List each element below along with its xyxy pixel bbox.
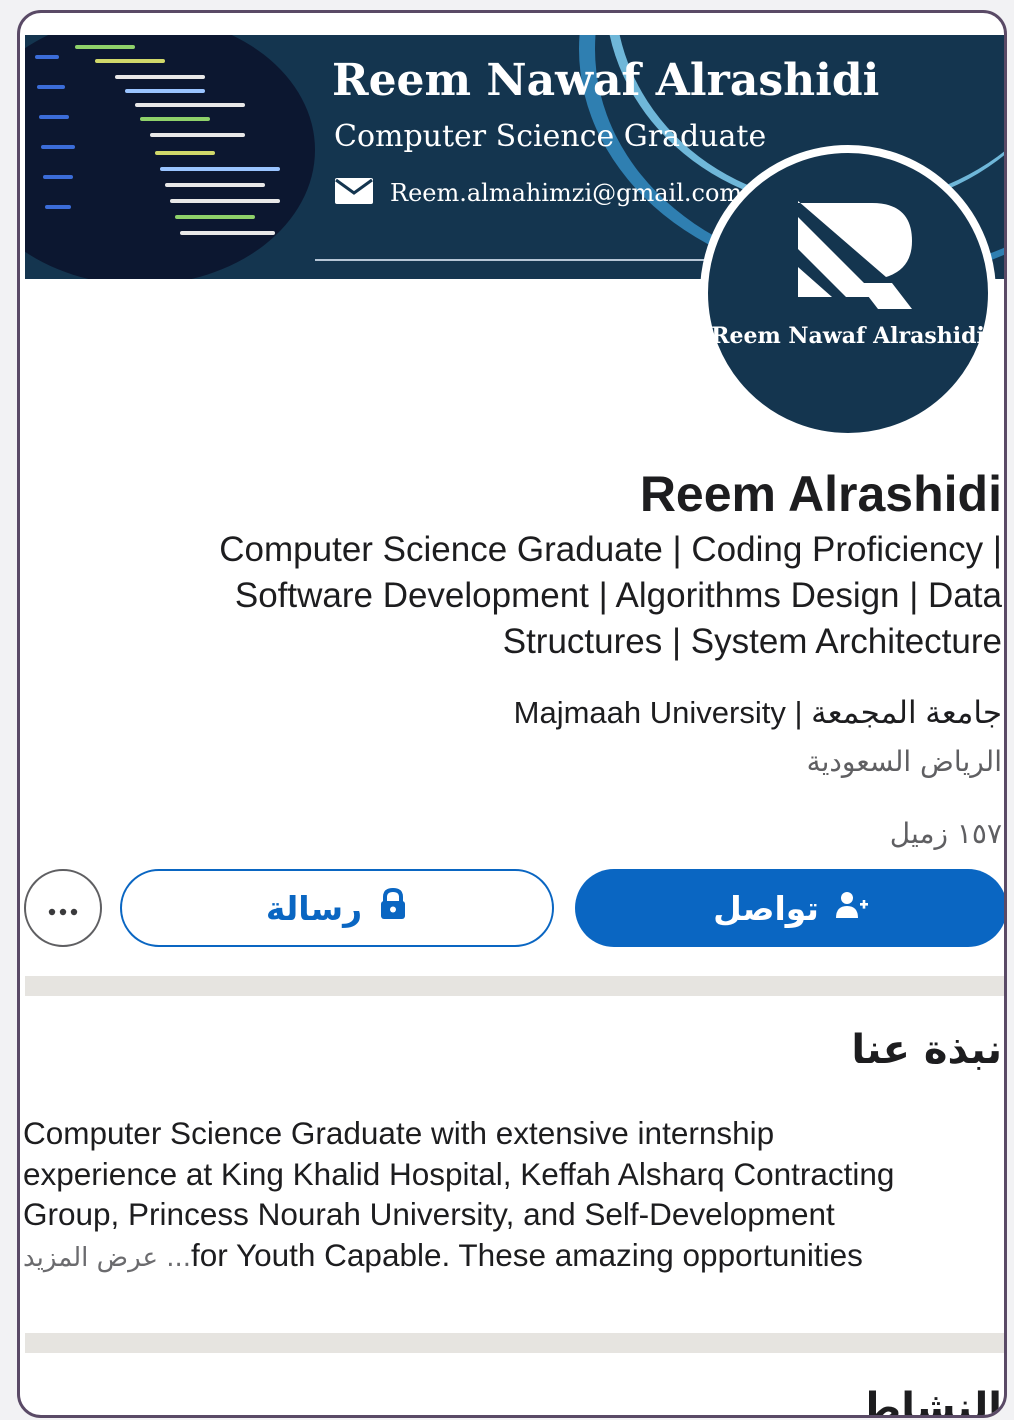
code-line (135, 103, 245, 107)
ellipsis-icon (48, 893, 78, 923)
headline-line: Structures | System Architecture (502, 622, 1002, 661)
headline-line: Computer Science Graduate | Coding Profi… (219, 530, 1002, 569)
code-line (45, 205, 71, 209)
section-divider (25, 1333, 1004, 1353)
code-line (165, 183, 265, 187)
about-line: experience at King Khalid Hospital, Keff… (23, 1155, 895, 1192)
about-line: Group, Princess Nourah University, and S… (23, 1196, 835, 1232)
profile-name: Reem Alrashidi (639, 466, 1002, 522)
about-line-last: ... عرض المزيدfor Youth Capable. These a… (23, 1235, 1004, 1279)
code-line (180, 231, 275, 235)
about-title: نبذة عنا (851, 1027, 1002, 1073)
banner-divider (315, 259, 735, 261)
headline-line: Software Development | Algorithms Design… (234, 576, 1002, 615)
about-text: Computer Science Graduate with extensive… (23, 1113, 1004, 1279)
connect-button[interactable]: تواصل (575, 869, 1004, 947)
code-line (43, 175, 73, 179)
code-line (41, 145, 75, 149)
banner-email: Reem.almahimzi@gmail.com (390, 179, 743, 207)
profile-card-frame: Reem Nawaf Alrashidi Computer Science Gr… (17, 10, 1007, 1418)
lock-icon (378, 887, 408, 928)
about-line: Computer Science Graduate with extensive… (23, 1115, 775, 1151)
connections-count[interactable]: ١٥٧ زميل (890, 817, 1002, 850)
banner-email-row: Reem.almahimzi@gmail.com (334, 177, 742, 209)
code-line (175, 215, 255, 219)
code-line (35, 55, 59, 59)
avatar-caption: Reem Nawaf Alrashidi (711, 323, 985, 349)
activity-title: النشاط (859, 1385, 1002, 1418)
code-screen-image (25, 35, 315, 279)
code-line (150, 133, 245, 137)
banner-subtitle: Computer Science Graduate (334, 119, 767, 154)
profile-avatar[interactable]: Reem Nawaf Alrashidi (700, 145, 996, 441)
code-line (39, 115, 69, 119)
more-actions-button[interactable] (24, 869, 102, 947)
banner-name: Reem Nawaf Alrashidi (332, 55, 880, 106)
code-line (125, 89, 205, 93)
message-label: رسالة (265, 888, 363, 928)
add-person-icon (835, 889, 869, 928)
connect-label: تواصل (713, 888, 819, 928)
profile-education[interactable]: جامعة المجمعة | Majmaah University (514, 695, 1002, 731)
about-line: for Youth Capable. These amazing opportu… (191, 1236, 863, 1273)
r-logo-icon (794, 197, 918, 319)
section-divider (25, 976, 1004, 996)
code-line (75, 45, 135, 49)
code-line (170, 199, 280, 203)
message-button[interactable]: رسالة (120, 869, 554, 947)
code-line (160, 167, 280, 171)
profile-headline: Computer Science Graduate | Coding Profi… (102, 527, 1002, 665)
code-line (115, 75, 205, 79)
code-line (155, 151, 215, 155)
code-line (37, 85, 65, 89)
mail-icon (334, 177, 374, 209)
code-line (140, 117, 210, 121)
see-more-link[interactable]: ... عرض المزيد (23, 1243, 191, 1273)
code-line (95, 59, 165, 63)
profile-location: الرياض السعودية (806, 745, 1002, 778)
